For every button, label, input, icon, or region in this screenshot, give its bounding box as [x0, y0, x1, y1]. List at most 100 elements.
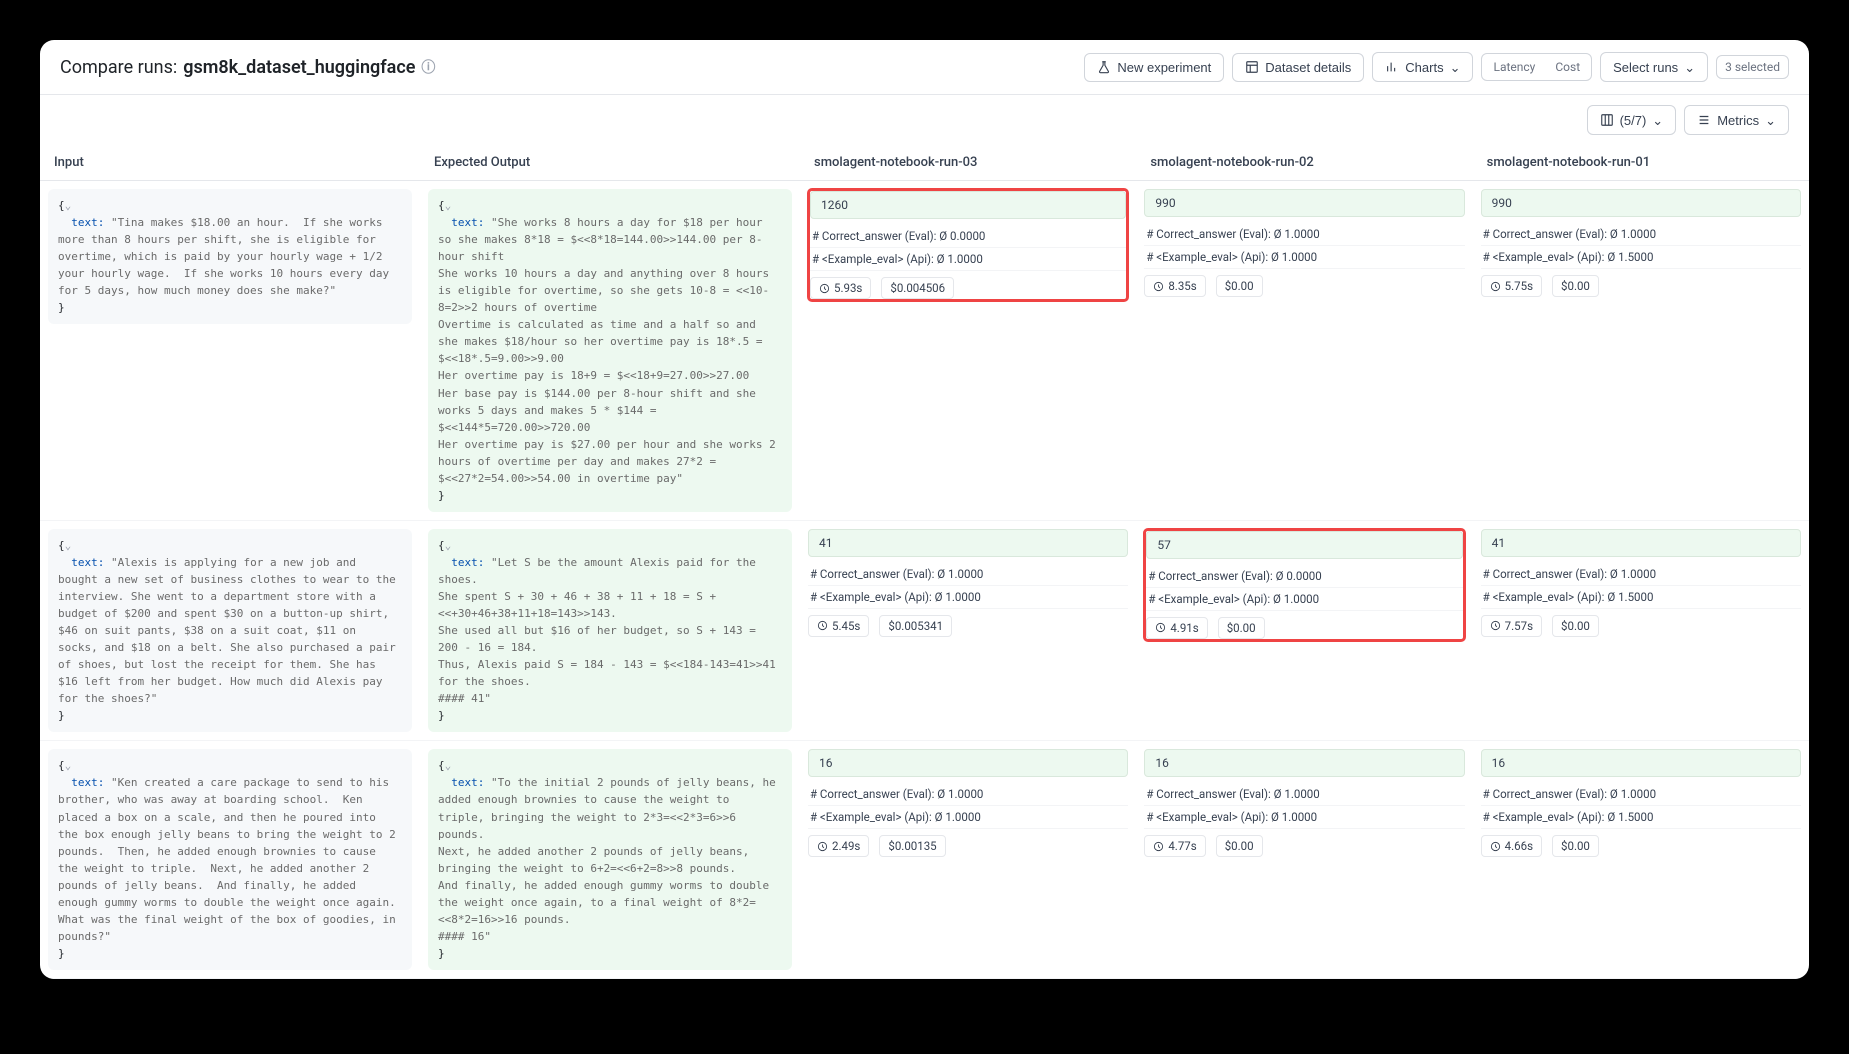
run-cell: 16# Correct_answer (Eval): Ø 1.0000# <Ex… [1473, 741, 1809, 979]
metric-row: # <Example_eval> (Api): Ø 1.5000 [1481, 246, 1801, 269]
selected-count: 3 selected [1716, 55, 1789, 79]
run-output-value: 57 [1146, 531, 1462, 559]
run-result-card[interactable]: 57 # Correct_answer (Eval): Ø 0.0000# <Ex… [1144, 529, 1464, 641]
title-prefix: Compare runs: [60, 57, 177, 78]
cost-pill: $0.00135 [879, 835, 945, 857]
clock-icon [817, 620, 828, 631]
clock-icon [819, 283, 830, 294]
metric-row: # Correct_answer (Eval): Ø 1.0000 [1481, 223, 1801, 246]
run-output-value: 41 [1481, 529, 1801, 557]
subbar: (5/7) ⌄ Metrics ⌄ [40, 95, 1809, 145]
dataset-details-button[interactable]: Dataset details [1232, 53, 1364, 82]
info-icon[interactable]: ⓘ [421, 57, 435, 77]
input-cell: {⌄ text: "Alexis is applying for a new j… [40, 521, 420, 742]
run-result-card[interactable]: 16# Correct_answer (Eval): Ø 1.0000# <Ex… [1144, 749, 1464, 857]
timing-row: 4.91s $0.00 [1146, 617, 1462, 639]
latency-pill: 5.75s [1481, 275, 1542, 297]
dataset-name: gsm8k_dataset_huggingface [183, 57, 415, 78]
run-cell: 990 # Correct_answer (Eval): Ø 1.0000# <E… [1473, 181, 1809, 521]
run-output-value: 1260 [810, 191, 1126, 219]
cost-pill: $0.00 [1552, 615, 1599, 637]
metric-row: # Correct_answer (Eval): Ø 1.0000 [1481, 783, 1801, 806]
topbar: Compare runs: gsm8k_dataset_huggingface … [40, 40, 1809, 95]
toolbar: New experiment Dataset details Charts ⌄ … [1084, 52, 1789, 82]
latency-pill: 5.45s [808, 615, 869, 637]
run-cell: 16# Correct_answer (Eval): Ø 1.0000# <Ex… [1136, 741, 1472, 979]
charts-button[interactable]: Charts ⌄ [1372, 52, 1473, 82]
metric-row: # <Example_eval> (Api): Ø 1.0000 [808, 586, 1128, 609]
columns-button[interactable]: (5/7) ⌄ [1587, 105, 1677, 135]
latency-pill: 5.93s [810, 277, 871, 299]
cost-pill: $0.00 [1216, 835, 1263, 857]
latency-pill: 4.91s [1146, 617, 1207, 639]
metric-row: # <Example_eval> (Api): Ø 1.5000 [1481, 806, 1801, 829]
run-cell: 41# Correct_answer (Eval): Ø 1.0000# <Ex… [1473, 521, 1809, 742]
clock-icon [1155, 622, 1166, 633]
input-json: {⌄ text: "Alexis is applying for a new j… [48, 529, 412, 733]
timing-row: 4.66s$0.00 [1481, 835, 1801, 857]
chevron-down-icon: ⌄ [1765, 113, 1776, 129]
metric-row: # <Example_eval> (Api): Ø 1.0000 [808, 806, 1128, 829]
timing-row: 5.45s $0.005341 [808, 615, 1128, 637]
run-result-card[interactable]: 990# Correct_answer (Eval): Ø 1.0000# <E… [1144, 189, 1464, 297]
list-icon [1697, 113, 1711, 127]
metric-row: # Correct_answer (Eval): Ø 1.0000 [1144, 223, 1464, 246]
run-cell: 16 # Correct_answer (Eval): Ø 1.0000# <Ex… [800, 741, 1136, 979]
timing-row: 4.77s $0.00 [1144, 835, 1464, 857]
run-cell: 41 # Correct_answer (Eval): Ø 1.0000# <Ex… [800, 521, 1136, 742]
run-result-card[interactable]: 16# Correct_answer (Eval): Ø 1.0000# <Ex… [1481, 749, 1801, 857]
compare-runs-frame: Compare runs: gsm8k_dataset_huggingface … [40, 40, 1809, 979]
flask-icon [1097, 60, 1111, 74]
select-runs-button[interactable]: Select runs ⌄ [1600, 52, 1708, 82]
metric-row: # Correct_answer (Eval): Ø 0.0000 [1146, 565, 1462, 588]
clock-icon [1490, 620, 1501, 631]
run-result-card[interactable]: 41# Correct_answer (Eval): Ø 1.0000# <Ex… [1481, 529, 1801, 637]
cost-pill[interactable]: Cost [1547, 57, 1588, 77]
chart-icon [1385, 60, 1399, 74]
clock-icon [817, 841, 828, 852]
run-result-card[interactable]: 16 # Correct_answer (Eval): Ø 1.0000# <Ex… [808, 749, 1128, 857]
timing-row: 5.75s$0.00 [1481, 275, 1801, 297]
run-cell: 57 # Correct_answer (Eval): Ø 0.0000# <Ex… [1136, 521, 1472, 742]
run-result-card[interactable]: 41 # Correct_answer (Eval): Ø 1.0000# <Ex… [808, 529, 1128, 637]
clock-icon [1153, 281, 1164, 292]
column-header: Expected Output [420, 145, 800, 181]
chevron-down-icon: ⌄ [1450, 60, 1461, 76]
chevron-down-icon: ⌄ [1684, 60, 1695, 76]
metrics-button[interactable]: Metrics ⌄ [1684, 105, 1789, 135]
metric-row: # Correct_answer (Eval): Ø 1.0000 [1481, 563, 1801, 586]
latency-pill: 4.77s [1144, 835, 1205, 857]
input-json: {⌄ text: "Ken created a care package to … [48, 749, 412, 970]
run-output-value: 990 [1481, 189, 1801, 217]
chevron-down-icon: ⌄ [1652, 113, 1663, 129]
run-column-header: smolagent-notebook-run-02 [1136, 145, 1472, 181]
latency-pill[interactable]: Latency [1485, 57, 1543, 77]
run-cell: 990# Correct_answer (Eval): Ø 1.0000# <E… [1136, 181, 1472, 521]
metric-row: # Correct_answer (Eval): Ø 0.0000 [810, 225, 1126, 248]
input-cell: {⌄ text: "Ken created a care package to … [40, 741, 420, 979]
metric-row: # Correct_answer (Eval): Ø 1.0000 [808, 563, 1128, 586]
timing-row: 7.57s$0.00 [1481, 615, 1801, 637]
metric-row: # Correct_answer (Eval): Ø 1.0000 [1144, 783, 1464, 806]
metric-row: # <Example_eval> (Api): Ø 1.0000 [1146, 588, 1462, 611]
table-icon [1245, 60, 1259, 74]
expected-output-json: {⌄ text: "To the initial 2 pounds of jel… [428, 749, 792, 970]
metric-row: # <Example_eval> (Api): Ø 1.0000 [1144, 806, 1464, 829]
clock-icon [1490, 281, 1501, 292]
columns-icon [1600, 113, 1614, 127]
run-result-card[interactable]: 1260# Correct_answer (Eval): Ø 0.0000# <… [808, 189, 1128, 301]
cost-pill: $0.00 [1218, 617, 1265, 639]
metric-row: # Correct_answer (Eval): Ø 1.0000 [808, 783, 1128, 806]
metric-toggle: Latency Cost [1481, 53, 1592, 81]
run-column-header: smolagent-notebook-run-01 [1473, 145, 1809, 181]
run-output-value: 16 [808, 749, 1128, 777]
run-result-card[interactable]: 990 # Correct_answer (Eval): Ø 1.0000# <E… [1481, 189, 1801, 297]
run-cell: 1260# Correct_answer (Eval): Ø 0.0000# <… [800, 181, 1136, 521]
page-title: Compare runs: gsm8k_dataset_huggingface … [60, 57, 435, 78]
cost-pill: $0.005341 [879, 615, 952, 637]
latency-pill: 2.49s [808, 835, 869, 857]
clock-icon [1490, 841, 1501, 852]
new-experiment-button[interactable]: New experiment [1084, 53, 1224, 82]
comparison-grid: InputExpected Outputsmolagent-notebook-r… [40, 145, 1809, 979]
run-output-value: 41 [808, 529, 1128, 557]
